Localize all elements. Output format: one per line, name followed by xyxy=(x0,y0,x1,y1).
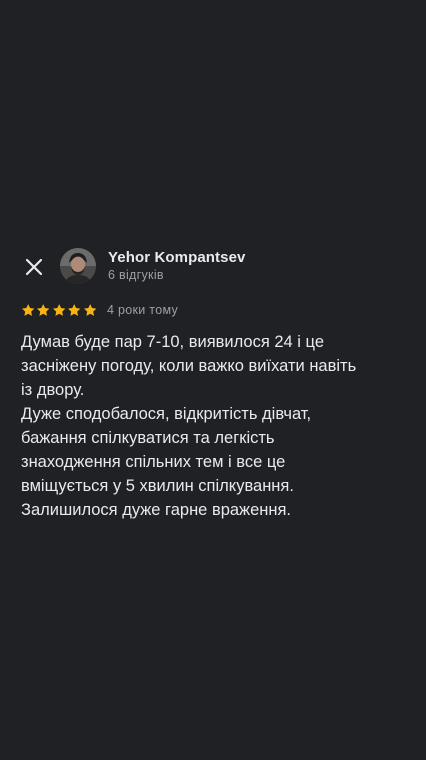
star-icon xyxy=(52,303,66,316)
star-icon xyxy=(37,303,50,316)
close-button[interactable] xyxy=(20,253,48,281)
review-text: Думав буде пар 7-10, виявилося 24 і це з… xyxy=(21,333,357,519)
rating-row: 4 роки тому xyxy=(21,300,178,320)
avatar-photo xyxy=(60,248,96,284)
star-icon xyxy=(68,303,81,316)
author-name[interactable]: Yehor Kompantsev xyxy=(108,249,245,266)
star-icon xyxy=(22,303,35,316)
close-icon xyxy=(25,258,43,276)
review-count: 6 відгуків xyxy=(108,268,164,282)
review-date: 4 роки тому xyxy=(106,303,179,317)
star-rating xyxy=(21,303,97,317)
avatar[interactable] xyxy=(60,248,96,284)
star-icon xyxy=(83,303,96,316)
